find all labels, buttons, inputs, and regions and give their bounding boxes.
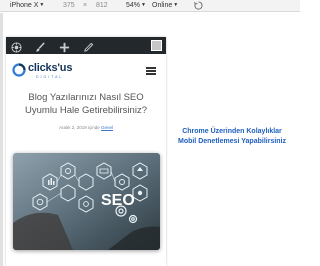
post-date: Aralık 2, 2019	[58, 125, 87, 130]
device-viewport: clicks'us DIGITAL Blog Yazılarınızı Nası…	[6, 37, 166, 266]
chevron-down-icon: ▼	[39, 2, 45, 8]
device-label: iPhone X	[10, 2, 39, 9]
network-select[interactable]: Online▼	[152, 2, 178, 9]
chevron-down-icon: ▼	[173, 2, 179, 8]
site-header: clicks'us DIGITAL	[6, 54, 166, 89]
device-select[interactable]: iPhone X▼	[10, 2, 44, 9]
zoom-select[interactable]: 54%▼	[126, 2, 146, 9]
edit-icon[interactable]	[83, 40, 94, 52]
menu-icon[interactable]	[146, 67, 156, 75]
seo-text: SEO	[101, 192, 135, 209]
logo-text[interactable]: clicks'us	[28, 62, 72, 74]
device-toolbar: iPhone X▼ 375 × 812 54%▼ Online▼	[0, 0, 300, 12]
chevron-down-icon: ▼	[141, 2, 146, 8]
zoom-label: 54%	[126, 2, 141, 9]
customize-icon[interactable]	[35, 40, 46, 52]
post-meta-in: içinde	[88, 125, 100, 130]
network-label: Online	[152, 2, 173, 9]
avatar[interactable]	[151, 40, 162, 51]
featured-image[interactable]: SEO	[13, 153, 160, 250]
annotation-text: Chrome Üzerinden Kolaylıklar Mobil Denet…	[177, 128, 286, 145]
post-title[interactable]: Blog Yazılarınızı Nasıl SEO Uyumlu Hale …	[11, 91, 161, 117]
wordpress-icon[interactable]	[11, 40, 22, 53]
dimension-separator: ×	[83, 2, 88, 9]
rotate-icon[interactable]	[194, 1, 203, 12]
new-content-icon[interactable]	[59, 40, 70, 53]
height-input[interactable]: 812	[96, 2, 108, 9]
admin-bar	[6, 37, 166, 54]
logo-icon[interactable]	[12, 63, 26, 77]
left-panel-edge	[0, 13, 3, 266]
post-meta: Aralık 2, 2019 içinde Genel	[11, 125, 161, 130]
logo-tagline: DIGITAL	[36, 75, 64, 79]
width-input[interactable]: 375	[63, 2, 75, 9]
post-category-link[interactable]: Genel	[101, 125, 113, 130]
